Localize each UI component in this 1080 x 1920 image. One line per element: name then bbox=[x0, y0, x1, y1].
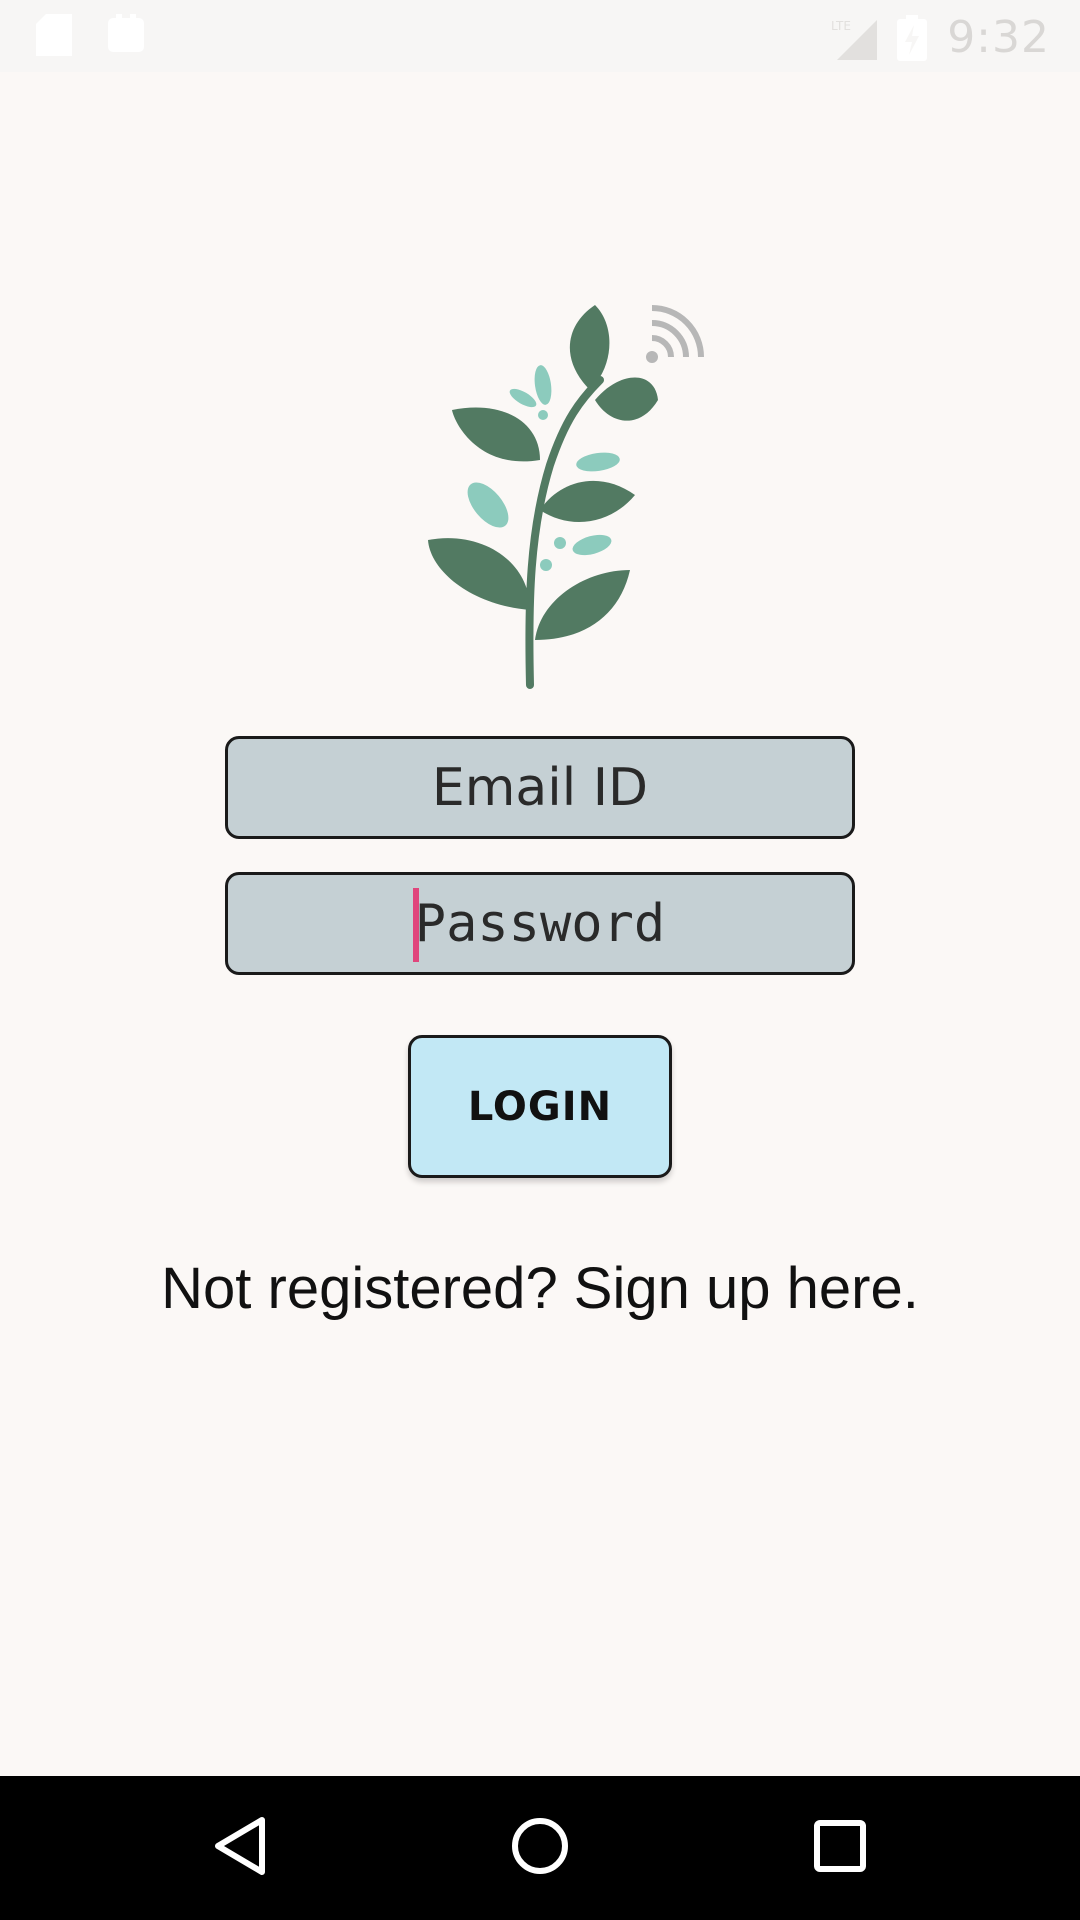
battery-charging-icon bbox=[897, 14, 928, 61]
notification-icon bbox=[108, 14, 144, 56]
password-field[interactable] bbox=[225, 872, 855, 975]
home-icon bbox=[510, 1816, 570, 1881]
password-input[interactable] bbox=[228, 875, 852, 972]
email-input[interactable] bbox=[228, 739, 852, 836]
status-bar: LTE 9:32 bbox=[0, 0, 1080, 72]
login-button[interactable]: LOGIN bbox=[408, 1035, 672, 1178]
svg-text:LTE: LTE bbox=[831, 19, 851, 33]
lte-signal-icon: LTE bbox=[829, 16, 878, 60]
back-button[interactable] bbox=[180, 1776, 300, 1920]
back-icon bbox=[212, 1816, 268, 1881]
navigation-bar bbox=[0, 1776, 1080, 1920]
signal-icon bbox=[646, 305, 704, 363]
recents-button[interactable] bbox=[780, 1776, 900, 1920]
home-button[interactable] bbox=[480, 1776, 600, 1920]
email-field[interactable] bbox=[225, 736, 855, 839]
plant-wifi-logo bbox=[428, 305, 704, 689]
app-logo bbox=[400, 280, 730, 700]
signup-link[interactable]: Not registered? Sign up here. bbox=[0, 1255, 1080, 1322]
recents-icon bbox=[813, 1819, 867, 1878]
status-time: 9:32 bbox=[947, 12, 1050, 63]
sd-card-icon bbox=[36, 14, 72, 56]
text-cursor bbox=[413, 888, 419, 962]
